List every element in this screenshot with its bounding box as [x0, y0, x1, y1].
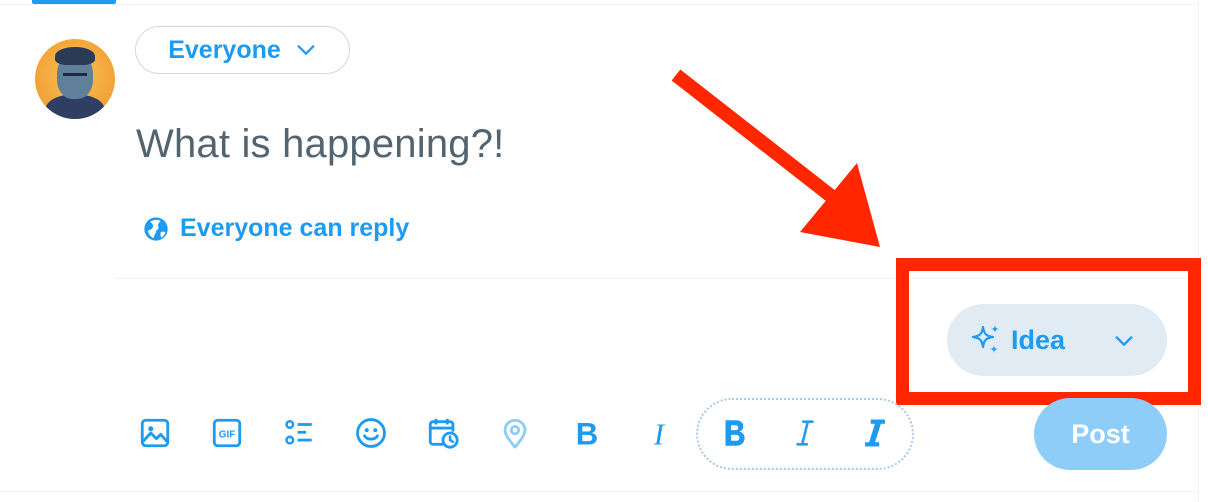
italic-button[interactable]: I — [637, 411, 681, 455]
reply-setting-button[interactable]: Everyone can reply — [142, 214, 409, 243]
media-button[interactable] — [133, 411, 177, 455]
gif-icon: GIF — [212, 418, 242, 448]
poll-button[interactable] — [277, 411, 321, 455]
italic-label: I — [653, 416, 666, 450]
gif-button[interactable]: GIF — [205, 411, 249, 455]
poll-icon — [285, 419, 312, 445]
italic-alt-icon — [796, 420, 814, 446]
italic-alt-button[interactable] — [783, 411, 827, 455]
chevron-down-icon — [297, 45, 315, 55]
audience-label: Everyone — [168, 35, 281, 64]
active-tab-indicator — [32, 0, 116, 4]
emoji-button[interactable] — [349, 411, 393, 455]
image-icon — [140, 418, 170, 448]
location-button[interactable] — [493, 411, 537, 455]
globe-icon — [144, 216, 168, 241]
avatar-eyes — [63, 73, 87, 80]
bottom-border — [0, 491, 1198, 492]
avatar[interactable] — [35, 39, 115, 119]
emoji-icon — [356, 418, 386, 448]
bold-alt-icon — [725, 420, 745, 446]
reply-setting-label: Everyone can reply — [180, 214, 410, 242]
bold-italic-button[interactable] — [853, 411, 897, 455]
avatar-hair — [55, 47, 95, 65]
schedule-icon — [428, 418, 459, 449]
top-border — [0, 4, 1198, 5]
bold-label: B — [576, 416, 599, 450]
post-button[interactable]: Post — [1034, 398, 1167, 470]
location-icon — [503, 418, 527, 449]
gif-label: GIF — [219, 429, 236, 440]
bold-alt-button[interactable] — [712, 411, 756, 455]
annotation-highlight-box — [896, 258, 1201, 405]
right-border — [1198, 0, 1199, 502]
bold-icon: B — [576, 416, 599, 450]
italic-icon: I — [653, 416, 666, 450]
compose-input[interactable]: What is happening?! — [136, 122, 505, 167]
bold-button[interactable]: B — [565, 411, 609, 455]
bold-italic-icon — [865, 419, 885, 447]
audience-selector-button[interactable]: Everyone — [135, 26, 350, 74]
schedule-button[interactable] — [421, 411, 465, 455]
